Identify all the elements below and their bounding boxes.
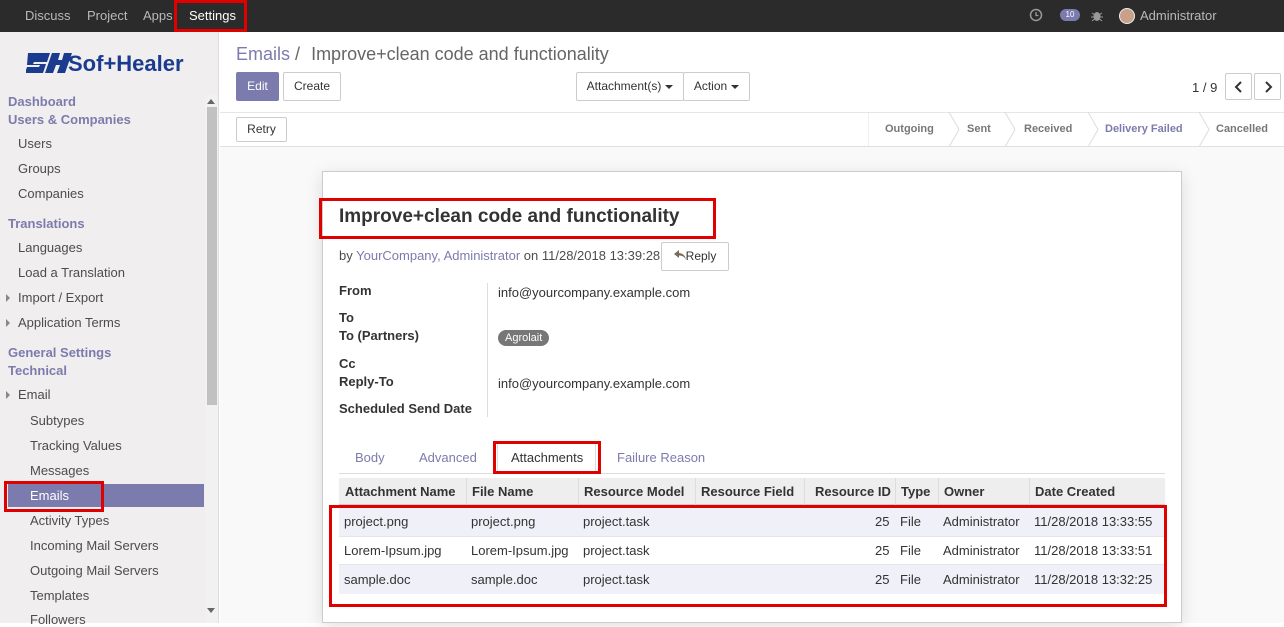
sidebar-dashboard[interactable]: Dashboard [8, 94, 76, 109]
sidebar-translations[interactable]: Translations [8, 216, 85, 231]
bug-icon[interactable] [1091, 9, 1103, 22]
tabs-baseline [339, 473, 1165, 474]
sidebar-scroll-thumb[interactable] [207, 107, 217, 405]
softhealer-logo: Sof+Healer [26, 51, 184, 76]
sidebar-item-groups[interactable]: Groups [18, 161, 61, 176]
tab-body[interactable]: Body [355, 450, 385, 465]
column-header-type[interactable]: Type [901, 484, 930, 499]
sidebar-item-activity-types[interactable]: Activity Types [30, 513, 109, 528]
email-meta: by YourCompany, Administrator on 11/28/2… [339, 248, 660, 263]
pager-next-button[interactable] [1254, 73, 1281, 100]
stage-received[interactable]: Received [1024, 123, 1072, 135]
reply-icon [673, 250, 686, 260]
messages-count-badge[interactable]: 10 [1060, 9, 1080, 21]
sidebar-item-application-terms[interactable]: Application Terms [5, 315, 120, 330]
scroll-up-icon[interactable] [207, 98, 215, 104]
attachments-tab-highlight-box [493, 441, 601, 474]
settings-highlight-box [174, 0, 247, 32]
label-scheduled-send-date: Scheduled Send Date [339, 401, 472, 416]
label-reply-to: Reply-To [339, 374, 394, 389]
tab-advanced[interactable]: Advanced [419, 450, 477, 465]
stage-delivery-failed[interactable]: Delivery Failed [1105, 123, 1183, 135]
column-header-date-created[interactable]: Date Created [1035, 484, 1115, 499]
label-cc: Cc [339, 356, 356, 371]
sidebar-item-load-translation[interactable]: Load a Translation [18, 265, 125, 280]
sidebar-technical[interactable]: Technical [8, 363, 67, 378]
sidebar-item-email[interactable]: Email [6, 387, 51, 402]
sidebar-item-followers[interactable]: Followers [30, 612, 86, 627]
edit-button[interactable]: Edit [236, 72, 279, 101]
breadcrumb: Emails / Improve+clean code and function… [236, 44, 609, 65]
sidebar-item-incoming-mail-servers[interactable]: Incoming Mail Servers [30, 538, 159, 553]
column-separator [695, 478, 696, 505]
breadcrumb-current: Improve+clean code and functionality [311, 44, 609, 64]
reply-label: Reply [685, 249, 717, 263]
reply-to-value: info@yourcompany.example.com [498, 376, 691, 391]
sidebar-item-import-export[interactable]: Import / Export [5, 290, 103, 305]
sidebar-item-languages[interactable]: Languages [18, 240, 82, 255]
caret-down-icon [665, 84, 674, 89]
label-to: To [339, 310, 354, 325]
pager-value[interactable]: 1 / 9 [1192, 80, 1217, 95]
column-header-file-name[interactable]: File Name [472, 484, 533, 499]
subject-highlight-box [319, 198, 716, 239]
attachments-dropdown[interactable]: Attachment(s) [576, 72, 684, 101]
column-separator [895, 478, 896, 505]
meta-by: by [339, 248, 353, 263]
column-header-owner[interactable]: Owner [944, 484, 984, 499]
from-value: info@yourcompany.example.com [498, 285, 691, 300]
stage-cancelled[interactable]: Cancelled [1216, 123, 1268, 135]
menu-project[interactable]: Project [87, 0, 127, 32]
caret-down-icon [731, 84, 740, 89]
activity-clock-icon[interactable] [1029, 8, 1043, 22]
column-header-resource-model[interactable]: Resource Model [584, 484, 684, 499]
column-separator [1029, 478, 1030, 505]
pager-previous-button[interactable] [1225, 73, 1252, 100]
sidebar-item-templates[interactable]: Templates [30, 588, 89, 603]
sidebar-general-settings[interactable]: General Settings [8, 345, 111, 360]
column-header-resource-id[interactable]: Resource ID [815, 484, 891, 499]
column-header-attachment-name[interactable]: Attachment Name [345, 484, 456, 499]
menu-apps[interactable]: Apps [143, 0, 173, 32]
label-from: From [339, 283, 372, 298]
user-menu[interactable]: Administrator (sh_email... [1140, 0, 1284, 55]
reply-button[interactable]: Reply [661, 242, 729, 271]
scroll-down-icon[interactable] [207, 608, 215, 614]
sidebar-item-tracking-values[interactable]: Tracking Values [30, 438, 122, 453]
column-separator [804, 478, 805, 505]
sidebar-item-messages[interactable]: Messages [30, 463, 89, 478]
meta-date: on 11/28/2018 13:39:28 [523, 248, 661, 263]
sidebar-item-subtypes[interactable]: Subtypes [30, 413, 84, 428]
sidebar-users-companies[interactable]: Users & Companies [8, 112, 131, 127]
column-header-resource-field[interactable]: Resource Field [701, 484, 794, 499]
emails-highlight-box [4, 481, 104, 512]
stage-sent[interactable]: Sent [967, 123, 991, 135]
stage-outgoing[interactable]: Outgoing [885, 123, 934, 135]
column-separator [466, 478, 467, 505]
chevron-right-icon [1264, 81, 1272, 93]
sidebar-item-users[interactable]: Users [18, 136, 52, 151]
column-separator [938, 478, 939, 505]
partner-tag: Agrolait [498, 330, 550, 346]
attachments-table-highlight-box [329, 505, 1167, 607]
author-link[interactable]: YourCompany, Administrator [356, 248, 520, 263]
create-button[interactable]: Create [283, 72, 341, 101]
action-dropdown[interactable]: Action [683, 72, 750, 101]
tab-failure-reason[interactable]: Failure Reason [617, 450, 705, 465]
breadcrumb-separator: / [295, 44, 301, 64]
action-dropdown-label: Action [693, 79, 728, 93]
attachments-dropdown-label: Attachment(s) [586, 79, 662, 93]
column-separator [578, 478, 579, 505]
user-avatar[interactable] [1119, 8, 1135, 24]
menu-discuss[interactable]: Discuss [25, 0, 71, 32]
sidebar-item-companies[interactable]: Companies [18, 186, 84, 201]
label-to-partners: To (Partners) [339, 328, 419, 343]
field-separator [487, 283, 488, 417]
breadcrumb-emails[interactable]: Emails [236, 44, 290, 64]
chevron-left-icon [1234, 81, 1242, 93]
logo-text: Sof+Healer [68, 51, 184, 76]
sidebar-item-outgoing-mail-servers[interactable]: Outgoing Mail Servers [30, 563, 159, 578]
retry-button[interactable]: Retry [236, 117, 287, 142]
